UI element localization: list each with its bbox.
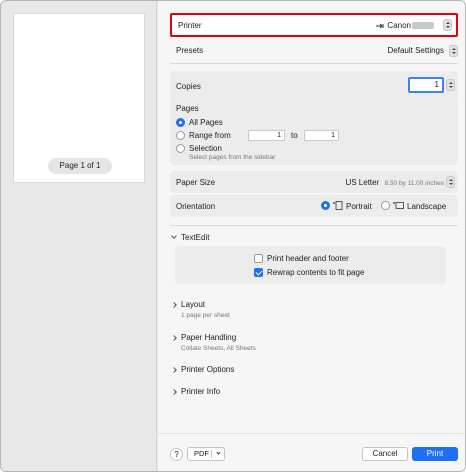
printer-selector[interactable]: Printer Canon: [170, 13, 458, 37]
portrait-radio[interactable]: [321, 201, 330, 210]
copies-stepper[interactable]: [446, 79, 455, 91]
pages-group: Pages All Pages Range from 1 to 1 Select…: [170, 100, 458, 165]
all-pages-label: All Pages: [189, 118, 223, 127]
textedit-options: Print header and footer Rewrap contents …: [175, 246, 446, 284]
range-start-field[interactable]: 1: [248, 130, 285, 141]
presets-value: Default Settings: [387, 46, 444, 55]
copies-row: Copies 1: [170, 71, 458, 103]
paper-handling-section-header[interactable]: Paper Handling: [171, 333, 237, 342]
presets-popup-chevron-icon[interactable]: [449, 45, 458, 57]
range-radio[interactable]: [176, 131, 185, 140]
portrait-label: Portrait: [346, 202, 372, 211]
pdf-separator: [211, 450, 212, 458]
printer-name: Canon: [387, 21, 411, 30]
divider: [170, 63, 458, 64]
layout-label: Layout: [181, 300, 206, 309]
print-button[interactable]: Print: [412, 447, 458, 461]
presets-label: Presets: [176, 46, 204, 55]
printer-info-section-header[interactable]: Printer Info: [171, 387, 221, 396]
print-header-footer-checkbox[interactable]: [254, 254, 263, 263]
printer-name-redacted: [412, 22, 434, 30]
selection-label: Selection: [189, 144, 222, 153]
orientation-row: Orientation Portrait Landscape: [170, 195, 458, 217]
cancel-button[interactable]: Cancel: [362, 447, 408, 461]
layout-section-header[interactable]: Layout: [171, 300, 206, 309]
selection-hint: Select pages from the sidebar: [189, 154, 276, 161]
chevron-right-icon: [171, 335, 177, 341]
paper-size-popup-chevron-icon[interactable]: [446, 176, 455, 188]
pdf-menu-button[interactable]: PDF: [187, 447, 225, 461]
rewrap-contents-checkbox[interactable]: [254, 268, 263, 277]
page-count-label: Page 1 of 1: [48, 158, 112, 174]
paper-size-dims: 8.50 by 11.00 inches: [384, 180, 444, 187]
copies-field[interactable]: 1: [408, 77, 444, 93]
chevron-down-icon: [216, 450, 221, 455]
print-header-footer-label: Print header and footer: [267, 254, 349, 263]
pages-label: Pages: [176, 104, 199, 113]
rewrap-contents-label: Rewrap contents to fit page: [267, 268, 365, 277]
paper-size-value: US Letter 8.50 by 11.00 inches: [345, 178, 444, 187]
all-pages-radio[interactable]: [176, 118, 185, 127]
pdf-label: PDF: [194, 449, 209, 458]
chevron-right-icon: [171, 389, 177, 395]
landscape-radio[interactable]: [381, 201, 390, 210]
printer-value: Canon: [376, 21, 434, 30]
divider: [170, 225, 458, 226]
settings-pane: Printer Canon Presets Default Settings C…: [158, 1, 465, 471]
paper-size-selector[interactable]: Paper Size US Letter 8.50 by 11.00 inche…: [170, 171, 458, 193]
layout-summary: 1 page per sheet: [181, 312, 230, 319]
printer-label: Printer: [178, 21, 202, 30]
print-dialog: Page 1 of 1 Printer Canon Presets Defaul…: [0, 0, 466, 472]
printer-connection-icon: [376, 23, 384, 29]
paper-size-name: US Letter: [345, 178, 380, 187]
paper-handling-label: Paper Handling: [181, 333, 237, 342]
help-button[interactable]: ?: [170, 448, 183, 461]
landscape-icon: [393, 202, 404, 209]
range-from-label: Range from: [189, 131, 231, 140]
textedit-label: TextEdit: [181, 233, 210, 242]
preview-pane: Page 1 of 1: [1, 1, 157, 471]
range-to-label: to: [291, 131, 298, 140]
landscape-label: Landscape: [407, 202, 447, 211]
printer-options-section-header[interactable]: Printer Options: [171, 365, 235, 374]
textedit-section-header[interactable]: TextEdit: [171, 233, 210, 242]
paper-size-label: Paper Size: [176, 178, 216, 187]
orientation-label: Orientation: [176, 202, 216, 211]
printer-popup-chevron-icon[interactable]: [443, 19, 452, 31]
portrait-icon: [333, 201, 343, 210]
chevron-down-icon: [171, 233, 177, 239]
copies-label: Copies: [176, 82, 201, 91]
chevron-right-icon: [171, 367, 177, 373]
printer-options-label: Printer Options: [181, 365, 235, 374]
printer-info-label: Printer Info: [181, 387, 221, 396]
range-end-field[interactable]: 1: [304, 130, 339, 141]
chevron-right-icon: [171, 302, 177, 308]
footer-divider: [158, 433, 465, 434]
paper-handling-summary: Collate Sheets, All Sheets: [181, 345, 256, 352]
presets-selector[interactable]: Presets Default Settings: [176, 41, 458, 61]
selection-radio[interactable]: [176, 144, 185, 153]
